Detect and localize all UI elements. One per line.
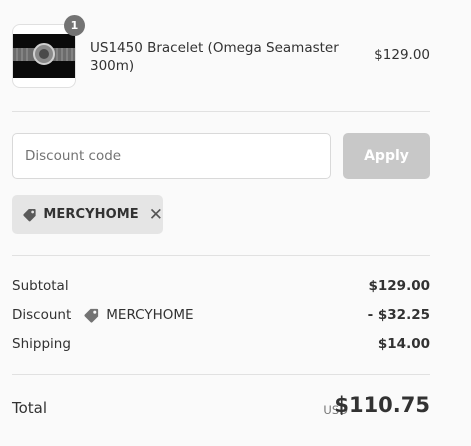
discount-label: Discount <box>12 307 72 323</box>
shipping-value: $14.00 <box>377 336 430 352</box>
discount-code-input[interactable] <box>12 133 331 179</box>
divider <box>12 111 430 112</box>
product-name: US1450 Bracelet (Omega Seamaster 300m) <box>90 40 339 74</box>
total-label: Total <box>12 399 48 417</box>
discount-code-text: MERCYHOME <box>106 307 194 323</box>
subtotal-row: Subtotal $129.00 <box>12 276 430 296</box>
tag-icon <box>84 308 99 323</box>
product-thumbnail-wrapper: 1 <box>12 15 85 88</box>
subtotal-label: Subtotal <box>12 278 69 294</box>
divider <box>12 374 430 375</box>
applied-discount-code: MERCYHOME <box>43 207 139 222</box>
discount-row: Discount MERCYHOME - $32.25 <box>12 305 430 325</box>
discount-value: - $32.25 <box>367 307 430 323</box>
product-price: $129.00 <box>374 47 430 63</box>
cart-line-item: 1 US1450 Bracelet (Omega Seamaster 300m)… <box>12 15 430 90</box>
product-thumbnail <box>12 24 76 88</box>
total-row: Total USD $110.75 <box>12 393 430 425</box>
subtotal-value: $129.00 <box>368 278 431 294</box>
quantity-badge: 1 <box>64 15 85 36</box>
tag-icon <box>23 208 36 221</box>
discount-code-display: MERCYHOME <box>83 307 194 324</box>
apply-discount-button[interactable]: Apply <box>343 133 430 179</box>
total-amount: $110.75 <box>334 393 430 417</box>
watch-bracelet-image <box>13 34 75 78</box>
divider <box>12 255 430 256</box>
applied-discount-tag: MERCYHOME ✕ <box>12 195 163 234</box>
shipping-label: Shipping <box>12 336 71 352</box>
remove-discount-icon[interactable]: ✕ <box>149 205 163 225</box>
shipping-row: Shipping $14.00 <box>12 334 430 354</box>
